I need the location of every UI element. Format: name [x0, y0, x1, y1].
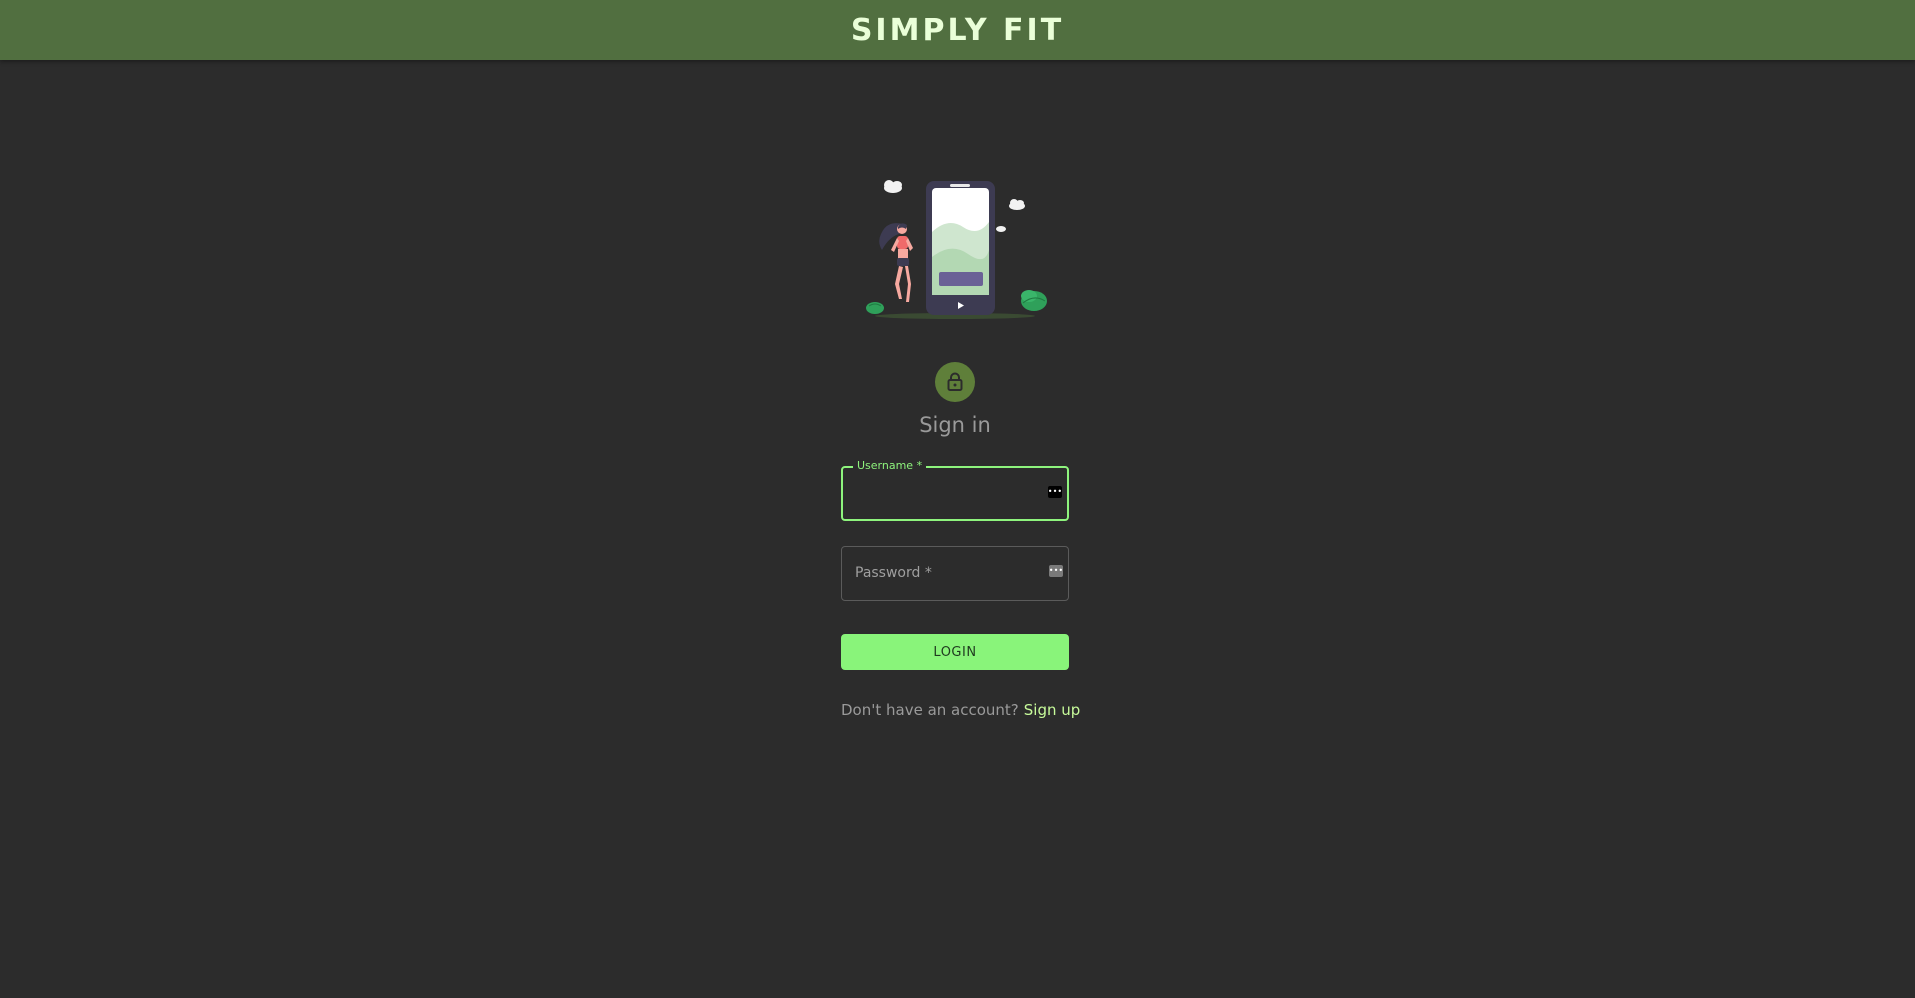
brand-logo: SIMPLY FIT [850, 12, 1065, 48]
password-manager-icon[interactable]: ••• [1048, 486, 1062, 498]
lock-icon [947, 372, 963, 391]
username-input[interactable] [853, 478, 1027, 510]
password-field[interactable]: Password * ••• [841, 546, 1069, 601]
password-input[interactable] [852, 557, 1026, 589]
username-label: Username * [853, 459, 927, 473]
login-button[interactable]: LOGIN [841, 634, 1069, 670]
runner-phone-illustration [866, 180, 1047, 319]
signup-prompt-row: Don't have an account? Sign up [841, 701, 1141, 719]
signup-prompt: Don't have an account? [841, 701, 1019, 719]
password-manager-icon[interactable]: ••• [1049, 565, 1063, 577]
lock-avatar [935, 362, 975, 402]
signup-link[interactable]: Sign up [1024, 701, 1081, 719]
page-title: Sign in [919, 413, 991, 437]
app-header: SIMPLY FIT [0, 0, 1915, 60]
username-field[interactable]: Username * ••• [841, 459, 1069, 521]
